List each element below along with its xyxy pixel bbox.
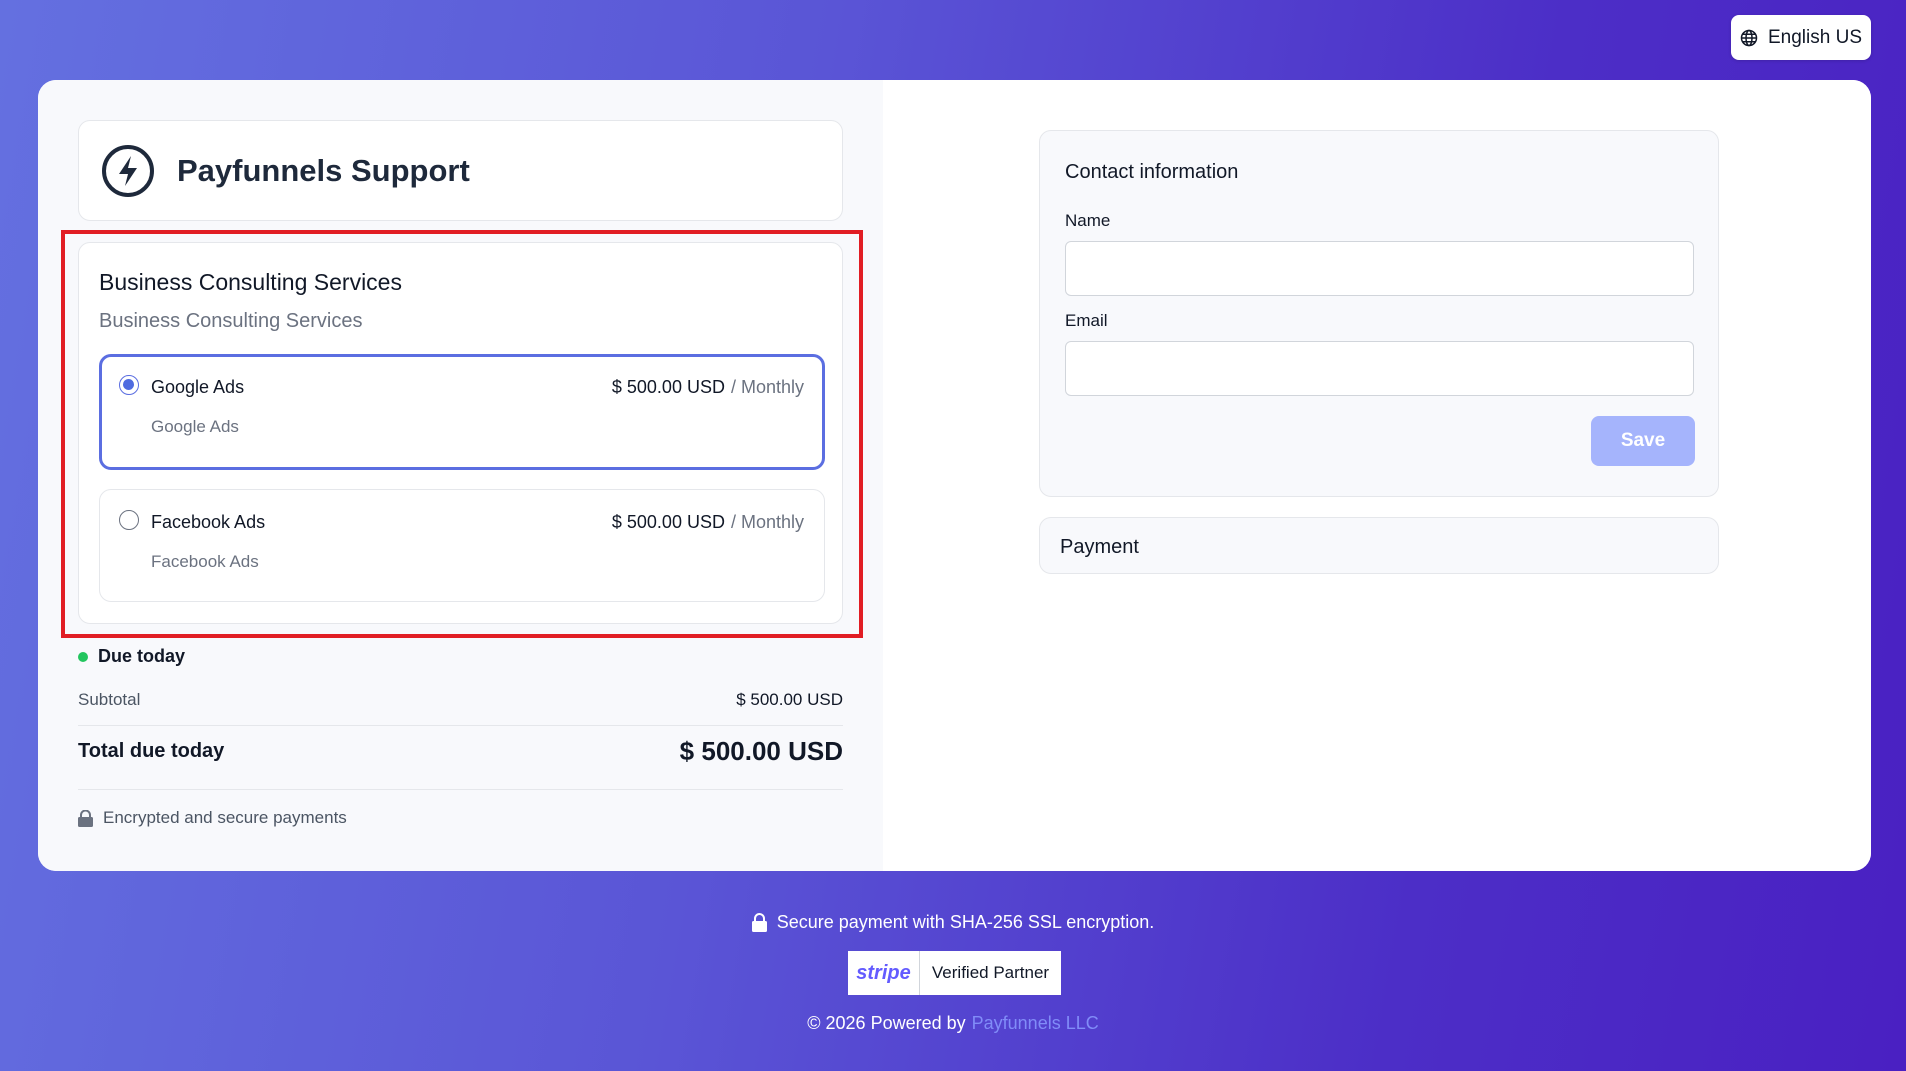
globe-icon xyxy=(1740,29,1758,46)
email-label: Email xyxy=(1065,311,1108,330)
order-summary-column: Payfunnels Support Business Consulting S… xyxy=(38,80,883,871)
lightning-bolt-icon xyxy=(102,144,154,197)
total-label: Total due today xyxy=(78,740,225,762)
product-subtitle: Business Consulting Services xyxy=(99,310,363,332)
plan-period: / Monthly xyxy=(730,512,804,532)
stripe-badge-text: Verified Partner xyxy=(931,963,1050,982)
plan-price-group: $ 500.00 USD / Monthly xyxy=(612,512,804,533)
contact-title: Contact information xyxy=(1065,161,1239,183)
subtotal-row: Subtotal $ 500.00 USD xyxy=(78,690,843,710)
footer-secure-text: Secure payment with SHA-256 SSL encrypti… xyxy=(776,912,1155,932)
due-today-heading: Due today xyxy=(78,646,185,667)
name-input[interactable] xyxy=(1065,241,1694,296)
plan-name: Facebook Ads xyxy=(151,512,266,532)
save-button[interactable]: Save xyxy=(1591,416,1695,466)
plan-price: $ 500.00 USD xyxy=(611,377,725,397)
plan-radio-facebook-ads[interactable] xyxy=(119,510,139,530)
footer-powered-by: © 2026 Powered by Payfunnels LLC xyxy=(0,1013,1906,1034)
total-value: $ 500.00 USD xyxy=(679,736,843,766)
checkout-card: Payfunnels Support Business Consulting S… xyxy=(38,80,1871,871)
product-title: Business Consulting Services xyxy=(99,269,402,295)
divider xyxy=(78,725,843,726)
plan-period: / Monthly xyxy=(730,377,804,397)
lock-icon xyxy=(78,809,93,827)
language-label: English US xyxy=(1768,26,1862,48)
plan-price: $ 500.00 USD xyxy=(611,512,725,532)
subtotal-value: $ 500.00 USD xyxy=(736,690,843,709)
subtotal-label: Subtotal xyxy=(78,690,141,709)
stripe-verified-badge: stripe Verified Partner xyxy=(848,951,1061,995)
payfunnels-link[interactable]: Payfunnels LLC xyxy=(972,1013,1099,1033)
name-label: Name xyxy=(1065,211,1111,230)
email-input[interactable] xyxy=(1065,341,1694,396)
brand-header: Payfunnels Support xyxy=(78,120,843,221)
plan-radio-google-ads[interactable] xyxy=(119,375,139,395)
divider xyxy=(78,789,843,790)
powered-by-text: © 2026 Powered by xyxy=(807,1013,966,1033)
plan-description: Facebook Ads xyxy=(151,552,259,571)
product-section: Business Consulting Services Business Co… xyxy=(78,242,843,624)
footer-secure-line: Secure payment with SHA-256 SSL encrypti… xyxy=(0,912,1906,933)
status-dot xyxy=(78,651,88,662)
plan-name: Google Ads xyxy=(151,377,245,397)
due-today-label: Due today xyxy=(98,646,186,666)
stripe-logo: stripe xyxy=(848,951,920,995)
plan-option-google-ads[interactable]: Google Ads Google Ads $ 500.00 USD / Mont… xyxy=(99,354,825,470)
brand-title: Payfunnels Support xyxy=(177,152,470,188)
plan-price-group: $ 500.00 USD / Monthly xyxy=(612,377,804,398)
payment-panel[interactable]: Payment xyxy=(1039,517,1719,574)
plan-description: Google Ads xyxy=(151,417,239,436)
checkout-form-column: Contact information Name Email Save Paym… xyxy=(883,80,1871,871)
secure-note-text: Encrypted and secure payments xyxy=(103,808,347,827)
lock-icon xyxy=(751,913,767,932)
plan-option-facebook-ads[interactable]: Facebook Ads Facebook Ads $ 500.00 USD / … xyxy=(99,489,825,602)
payment-title: Payment xyxy=(1060,536,1139,558)
language-selector-button[interactable]: English US xyxy=(1731,15,1871,60)
secure-payments-note: Encrypted and secure payments xyxy=(78,808,347,828)
contact-information-panel: Contact information Name Email Save xyxy=(1039,130,1719,497)
total-row: Total due today $ 500.00 USD xyxy=(78,736,843,767)
